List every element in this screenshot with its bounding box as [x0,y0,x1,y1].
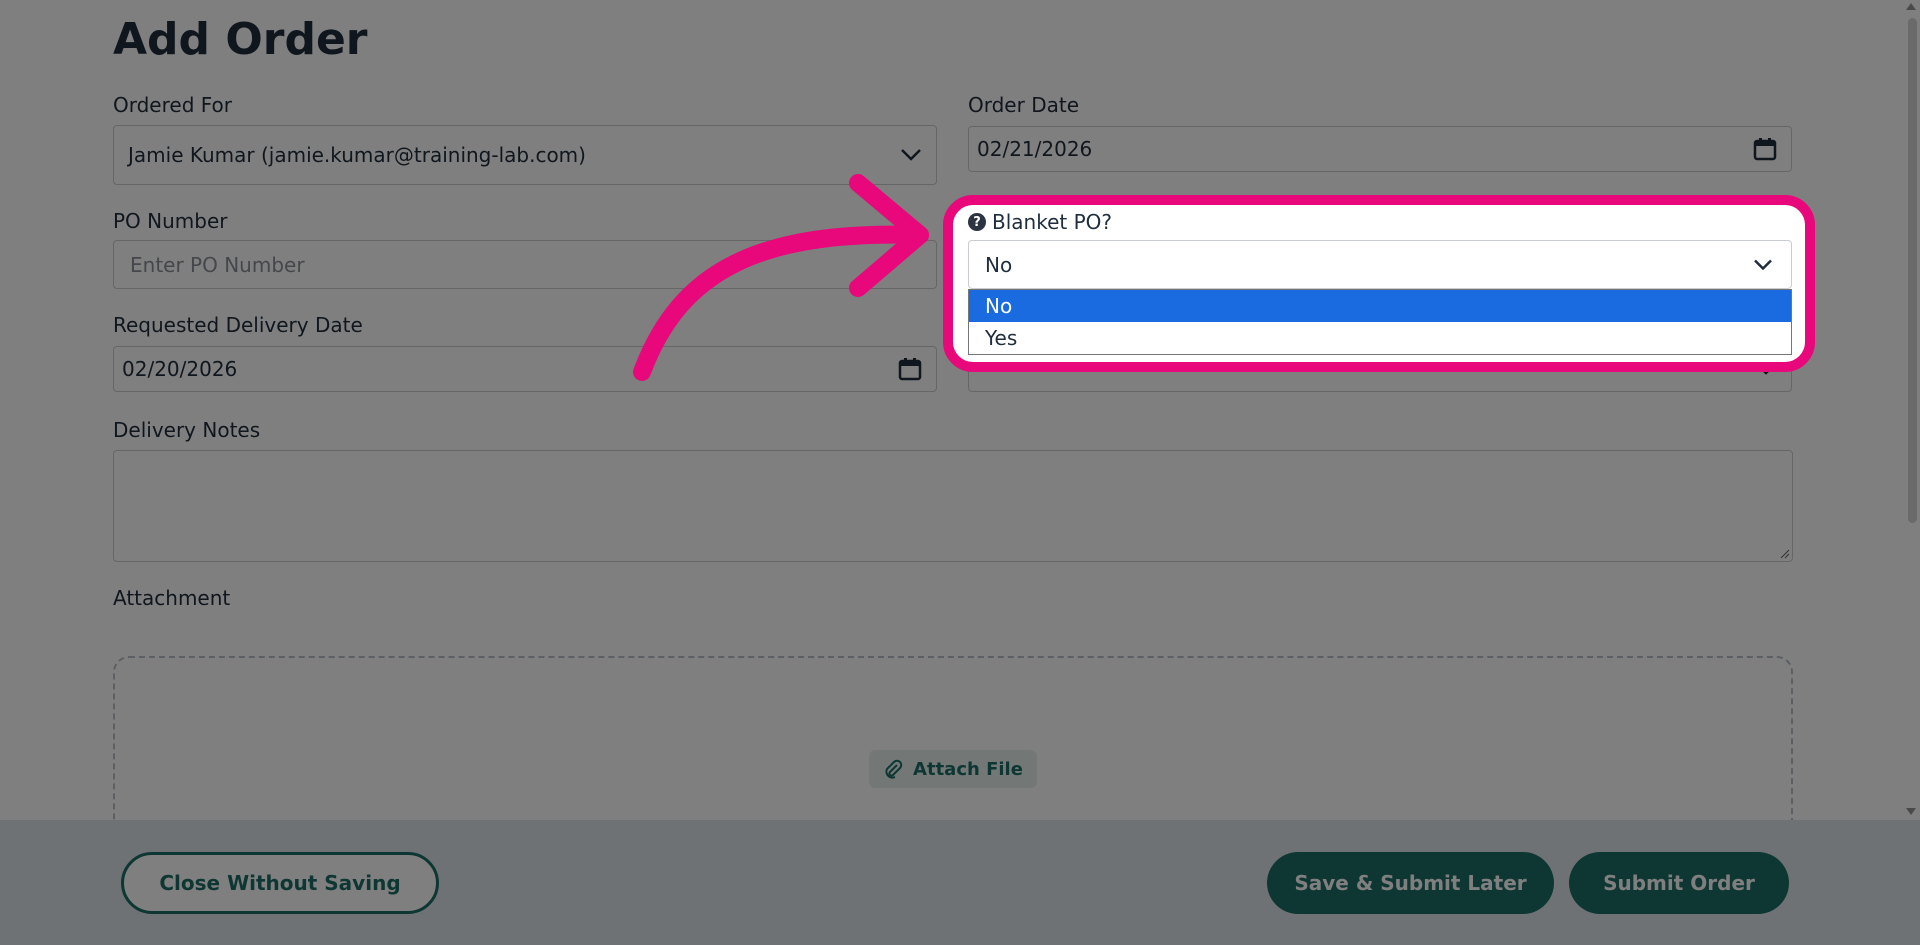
blanket-po-option-no[interactable]: No [969,290,1791,322]
blanket-po-value: No [985,252,1013,277]
scrollbar[interactable] [1904,0,1920,820]
annotation-arrow-icon [633,174,929,381]
blanket-po-label-text: Blanket PO? [992,210,1112,234]
blanket-po-options-list: No Yes [968,289,1792,355]
scroll-thumb[interactable] [1908,18,1917,523]
question-circle-icon[interactable]: ? [968,213,986,231]
blanket-po-option-yes[interactable]: Yes [969,322,1791,354]
blanket-po-label: ? Blanket PO? [968,210,1112,234]
scroll-up-icon[interactable] [1906,3,1916,10]
chevron-down-icon [1754,259,1772,270]
blanket-po-select[interactable]: No [968,240,1792,289]
dim-overlay [0,0,1920,945]
scroll-down-icon[interactable] [1906,808,1916,815]
